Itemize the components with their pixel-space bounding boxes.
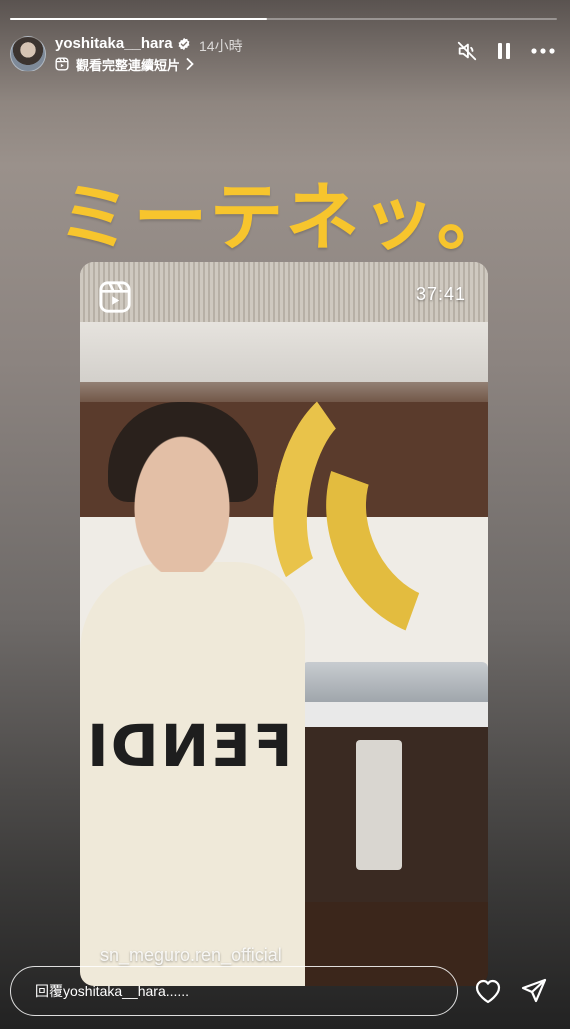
reel-icon [55, 57, 69, 71]
video-duration: 37:41 [415, 284, 466, 304]
story-progress-fill [10, 18, 268, 20]
avatar[interactable] [10, 36, 46, 72]
sweater-logo-text: FENDI [85, 712, 293, 780]
story-progress-bar [10, 18, 557, 20]
speaker-muted-icon[interactable] [456, 40, 478, 62]
send-icon[interactable] [520, 977, 548, 1005]
verified-badge-icon [178, 37, 190, 51]
chevron-right-icon [186, 58, 194, 70]
hanging-towel [356, 740, 402, 870]
story-headline: ミーテネッ。 [57, 175, 513, 261]
view-full-reel-label: 觀看完整連續短片 [76, 57, 181, 73]
shared-reel-card[interactable]: FENDI 37:41 sn_meguro.ren_official [80, 262, 488, 986]
pause-icon[interactable] [494, 40, 514, 62]
reel-icon [99, 281, 131, 313]
post-time: 14小時 [199, 38, 243, 54]
range-hood-underside [80, 322, 488, 382]
person-face [118, 412, 246, 572]
reply-placeholder: 回覆yoshitaka__hara...... [35, 983, 190, 999]
more-options-icon[interactable] [530, 40, 556, 62]
reply-input[interactable]: 回覆yoshitaka__hara...... [10, 966, 458, 1016]
heart-icon[interactable] [474, 978, 502, 1004]
story-controls [456, 40, 556, 62]
username[interactable]: yoshitaka__hara [55, 35, 173, 52]
view-full-reel-link[interactable]: 觀看完整連續短片 [55, 55, 194, 73]
video-watermark: sn_meguro.ren_official [100, 945, 282, 965]
story-header: yoshitaka__hara 14小時 觀看完整連續短片 [10, 34, 556, 74]
